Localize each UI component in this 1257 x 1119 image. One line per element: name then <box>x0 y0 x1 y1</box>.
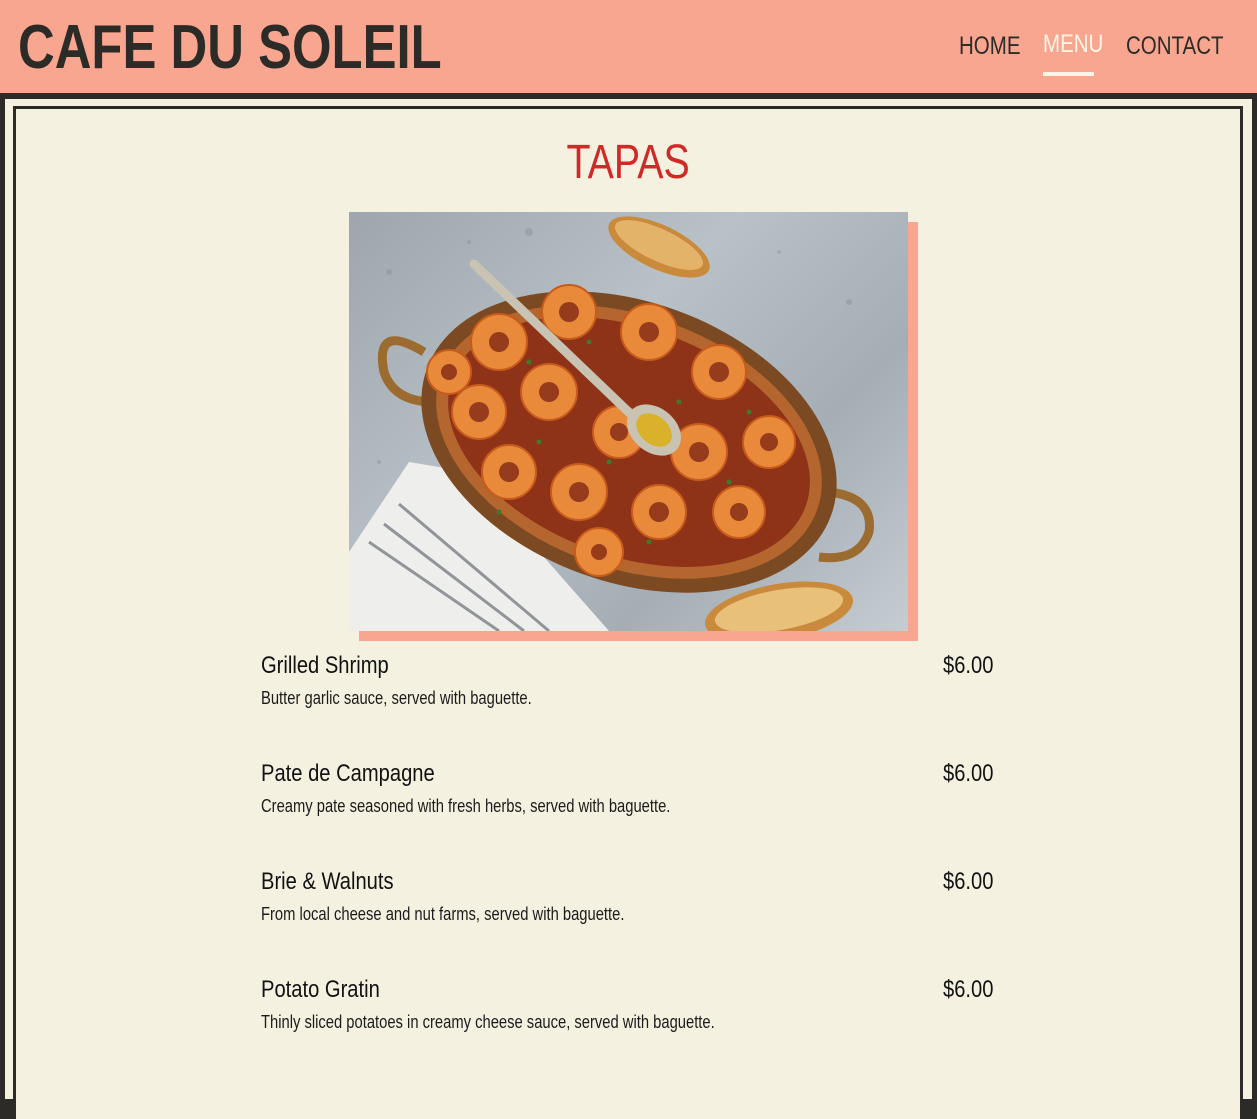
section-title: TAPAS <box>566 136 691 189</box>
menu-item-name: Grilled Shrimp <box>261 652 389 679</box>
nav-home[interactable]: HOME <box>959 28 1021 64</box>
menu-item-description: Thinly sliced potatoes in creamy cheese … <box>261 1012 715 1032</box>
menu-item-name: Pate de Campagne <box>261 760 435 787</box>
nav-active-underline <box>1043 72 1094 76</box>
nav-contact[interactable]: CONTACT <box>1126 28 1224 64</box>
menu-item-price: $6.00 <box>943 652 994 679</box>
site-header: CAFE DU SOLEIL HOME MENU CONTACT <box>0 0 1257 93</box>
nav-menu[interactable]: MENU <box>1043 26 1103 62</box>
shrimp-dish-photo <box>349 212 908 631</box>
menu-item-description: Butter garlic sauce, served with baguett… <box>261 688 532 708</box>
menu-item-description: From local cheese and nut farms, served … <box>261 904 625 924</box>
menu-item-price: $6.00 <box>943 868 994 895</box>
menu-item-price: $6.00 <box>943 976 994 1003</box>
menu-item-name: Potato Gratin <box>261 976 380 1003</box>
site-logo[interactable]: CAFE DU SOLEIL <box>18 8 442 88</box>
menu-item-description: Creamy pate seasoned with fresh herbs, s… <box>261 796 671 816</box>
menu-item-price: $6.00 <box>943 760 994 787</box>
menu-item-name: Brie & Walnuts <box>261 868 394 895</box>
